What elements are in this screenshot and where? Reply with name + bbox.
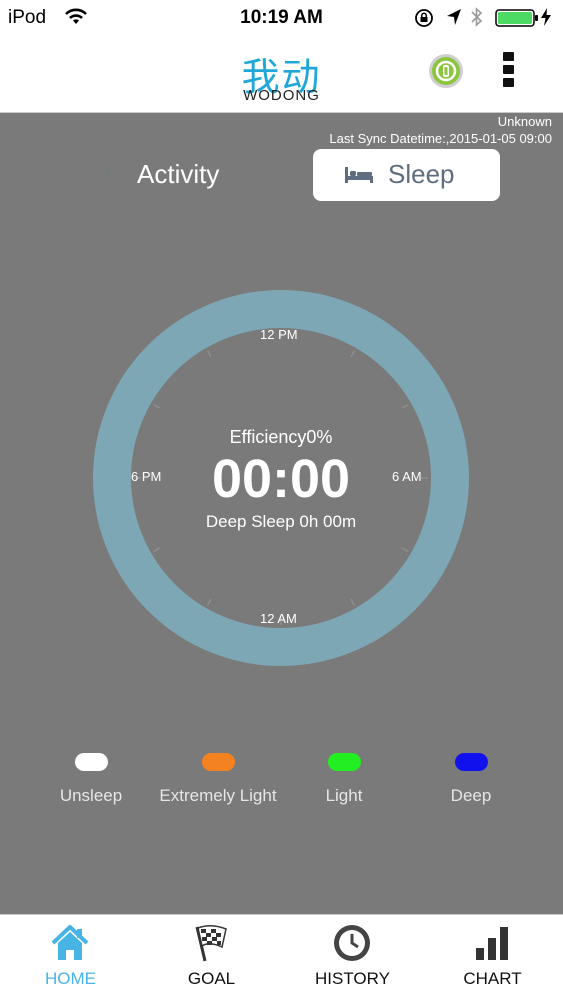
charging-bolt-icon: [540, 7, 552, 32]
orientation-lock-icon: [414, 8, 434, 33]
app-header: 我动 WODONG: [0, 36, 563, 113]
legend-label: Extremely Light: [159, 786, 277, 805]
legend-label: Light: [325, 786, 363, 805]
efficiency-label: Efficiency0%: [229, 427, 333, 447]
bluetooth-icon: [470, 6, 484, 33]
sync-device-name: Unknown: [497, 114, 552, 129]
tab-home[interactable]: HOME: [0, 915, 141, 1001]
sleep-dashboard: Unknown Last Sync Datetime:,2015-01-05 0…: [0, 113, 563, 914]
bed-icon: [344, 165, 374, 190]
legend-item-deep: Deep: [401, 753, 541, 806]
logo-en: WODONG: [243, 87, 320, 104]
hour-label-bottom: 12 AM: [260, 611, 297, 626]
tab-goal[interactable]: GOAL: [141, 915, 282, 1001]
location-arrow-icon: [446, 8, 462, 31]
history-clock-icon: [332, 923, 372, 963]
tab-chart[interactable]: CHART: [422, 915, 563, 1001]
tab-sleep-label: Sleep: [388, 159, 455, 189]
legend-item-extremely-light: Extremely Light: [148, 753, 288, 806]
status-bar: iPod 10:19 AM: [0, 0, 563, 36]
tab-activity-label: Activity: [137, 159, 220, 189]
deep-sleep-label: Deep Sleep 0h 00m: [205, 512, 357, 531]
last-sync-label: Last Sync Datetime:,2015-01-05 09:00: [329, 131, 552, 146]
legend-label: Unsleep: [59, 786, 123, 805]
legend-item-light: Light: [274, 753, 414, 806]
more-vertical-icon[interactable]: [497, 52, 519, 92]
device-badge-icon[interactable]: [428, 53, 464, 94]
legend-swatch: [74, 753, 108, 771]
home-icon: [50, 923, 90, 963]
bottom-tab-bar: HOME GOAL HISTORY CHART: [0, 914, 563, 1001]
bar-chart-icon: [472, 923, 512, 963]
battery-icon: [495, 8, 539, 33]
tab-history[interactable]: HISTORY: [282, 915, 423, 1001]
legend-swatch: [327, 753, 361, 771]
legend-item-unsleep: Unsleep: [21, 753, 161, 806]
tab-goal-label: GOAL: [187, 969, 236, 988]
hour-label-top: 12 PM: [260, 327, 298, 342]
check-icon: ✓: [100, 167, 114, 184]
legend-label: Deep: [450, 786, 492, 805]
legend-swatch: [454, 753, 488, 771]
sleep-duration: 00:00: [211, 449, 351, 509]
legend-swatch: [201, 753, 235, 771]
tab-history-label: HISTORY: [315, 969, 390, 988]
tab-activity[interactable]: ✓ Activity: [100, 149, 300, 201]
tab-chart-label: CHART: [463, 969, 522, 988]
tab-home-label: HOME: [45, 969, 96, 988]
checkered-flag-icon: [191, 923, 231, 963]
tab-sleep[interactable]: Sleep: [313, 149, 500, 201]
